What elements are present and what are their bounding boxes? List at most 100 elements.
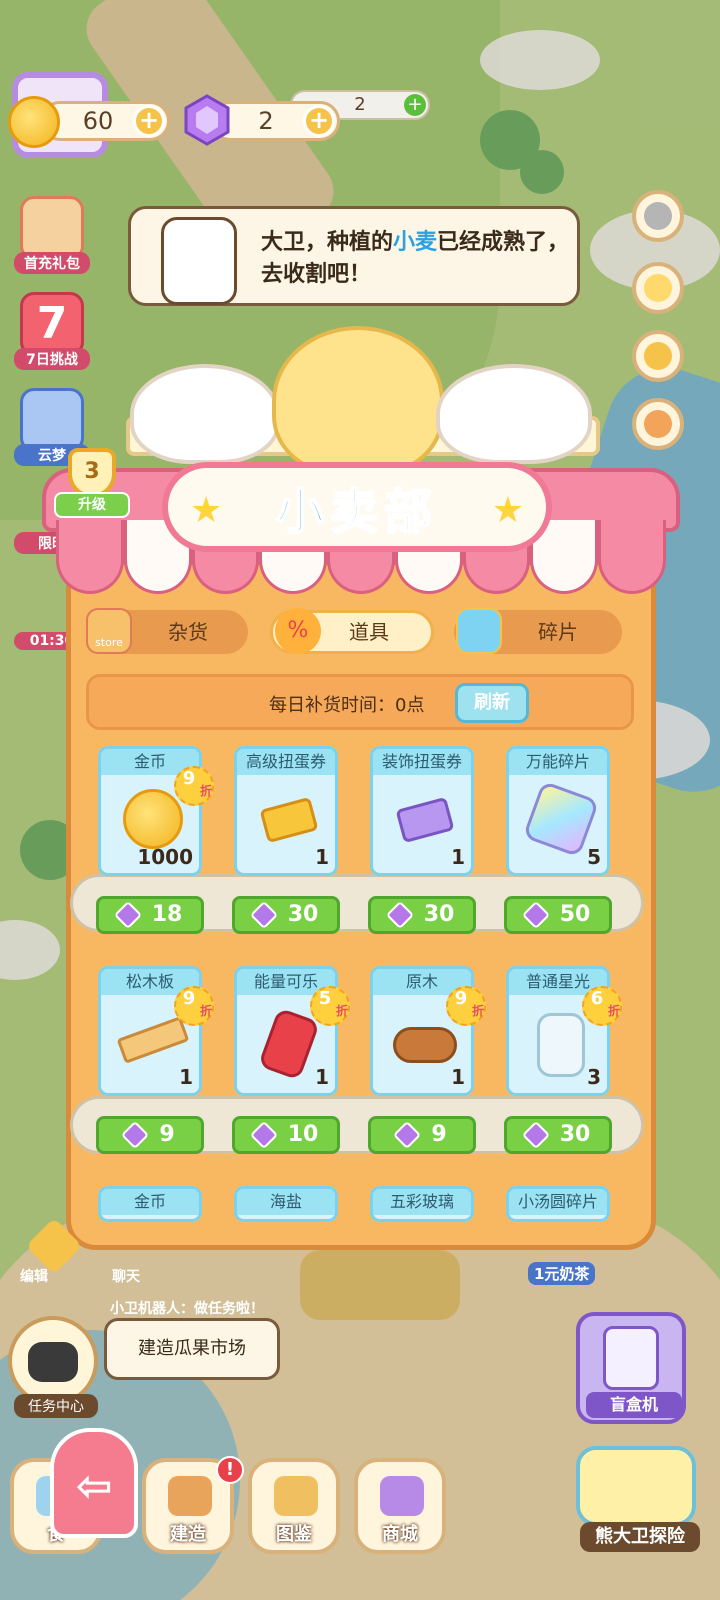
gem-icon <box>385 900 414 930</box>
refresh-button[interactable]: 刷新 <box>455 683 529 723</box>
quest-message: 大卫，种植的小麦已经成熟了，去收割吧！ <box>261 227 571 291</box>
item-card-colored-glass[interactable]: 五彩玻璃 <box>370 1186 474 1222</box>
item-card-gold-coin-2[interactable]: 金币 <box>98 1186 202 1222</box>
item-card-decor-gacha-ticket[interactable]: 装饰扭蛋券 1 <box>370 746 474 876</box>
item-card-universal-fragment[interactable]: 万能碎片 5 <box>506 746 610 876</box>
item-name: 装饰扭蛋券 <box>373 749 471 775</box>
shop-title-sign: ★ 小卖部 ★ <box>162 462 552 552</box>
item-name: 小汤圆碎片 <box>509 1189 607 1215</box>
awning-stripe <box>598 520 667 594</box>
item-quantity: 5 <box>587 845 601 869</box>
quest-highlight: 小麦 <box>393 230 438 255</box>
discount-unit: 折 <box>608 1004 621 1018</box>
price-value: 10 <box>287 1122 319 1147</box>
item-card-sea-salt[interactable]: 海盐 <box>234 1186 338 1222</box>
tab-items-label: 道具 <box>349 620 389 644</box>
chat-face-icon <box>644 274 672 302</box>
first-charge-gift-button[interactable]: 首充礼包 <box>14 196 90 274</box>
robot-speaker-text: 小卫机器人：做任务啦！ <box>110 1301 264 1317</box>
explore-button[interactable]: 熊大卫探险 <box>566 1446 716 1556</box>
price-button[interactable]: 30 <box>368 896 476 934</box>
seven-day-icon: 7 <box>20 292 84 356</box>
tab-fragments-label: 碎片 <box>538 620 578 644</box>
gem-icon <box>113 900 142 930</box>
quest-bubble[interactable]: 大卫，种植的小麦已经成熟了，去收割吧！ <box>128 206 580 306</box>
gem-icon <box>121 1120 150 1150</box>
purple-ticket-icon <box>395 796 455 844</box>
nav-collection-label: 图鉴 <box>276 1524 312 1545</box>
exit-button[interactable]: ⇦ <box>50 1428 138 1538</box>
discount-badge: 9 折 <box>446 986 486 1026</box>
item-card-premium-gacha-ticket[interactable]: 高级扭蛋券 1 <box>234 746 338 876</box>
gem-icon <box>249 900 278 930</box>
price-button[interactable]: 18 <box>96 896 204 934</box>
seven-day-challenge-label: 7日挑战 <box>14 348 90 370</box>
task-center-button[interactable] <box>8 1316 98 1406</box>
log-icon <box>393 1027 457 1063</box>
level-up-button[interactable]: 升级 <box>54 492 130 518</box>
restock-bar: 每日补货时间：0点 刷新 <box>86 674 634 730</box>
settings-icon <box>644 202 672 230</box>
bag-button[interactable] <box>632 398 684 450</box>
exit-arrow-icon: ⇦ <box>75 1461 113 1512</box>
price-button[interactable]: 9 <box>368 1116 476 1154</box>
shop-level-value: 3 <box>68 448 116 498</box>
cloud-dream-icon <box>20 388 84 452</box>
shop-level-badge[interactable]: 3 升级 <box>44 448 140 524</box>
price-button[interactable]: 30 <box>232 896 340 934</box>
price-value: 18 <box>151 902 183 927</box>
vending-machine-icon <box>603 1326 659 1390</box>
gem-icon <box>184 94 230 146</box>
gem-icon <box>249 1120 278 1150</box>
chat-button[interactable]: 聊天 <box>112 1266 140 1286</box>
tab-groceries[interactable]: store 杂货 <box>86 608 248 654</box>
gem-icon <box>393 1120 422 1150</box>
book-icon <box>274 1476 318 1516</box>
gem-value: 2 <box>258 107 274 135</box>
price-button[interactable]: 30 <box>504 1116 612 1154</box>
item-quantity: 1000 <box>137 845 193 869</box>
trophy-button[interactable] <box>632 330 684 382</box>
build-icon <box>168 1476 212 1516</box>
item-name: 海盐 <box>237 1189 335 1215</box>
secondary-plus-button[interactable]: + <box>404 94 426 116</box>
van-icon <box>576 1446 696 1526</box>
item-quantity: 1 <box>179 1065 193 1089</box>
gem-icon <box>521 900 550 930</box>
gift-icon <box>20 196 84 260</box>
price-button[interactable]: 50 <box>504 896 612 934</box>
item-quantity: 1 <box>315 1065 329 1089</box>
tab-fragments[interactable]: 碎片 <box>454 608 622 654</box>
tab-items[interactable]: % 道具 <box>270 608 434 654</box>
secondary-resource-value: 2 <box>354 94 366 115</box>
nav-collection-button[interactable]: 图鉴 <box>248 1458 340 1554</box>
white-mascot-left-icon <box>130 364 280 464</box>
discount-badge: 9 折 <box>174 766 214 806</box>
settings-button[interactable] <box>632 190 684 242</box>
seven-day-challenge-button[interactable]: 7 7日挑战 <box>14 292 90 370</box>
price-button[interactable]: 9 <box>96 1116 204 1154</box>
price-value: 9 <box>159 1122 175 1147</box>
add-coins-button[interactable]: + <box>133 105 165 137</box>
shop-tabs: store 杂货 % 道具 碎片 <box>86 608 634 656</box>
restock-time-text: 每日补货时间：0点 <box>269 695 425 716</box>
bag-icon <box>644 410 672 438</box>
cart-icon <box>380 1476 424 1516</box>
build-alert-badge: ! <box>216 1456 244 1484</box>
nav-mall-button[interactable]: 商城 <box>354 1458 446 1554</box>
percent-icon: % <box>275 608 321 654</box>
task-center-label: 任务中心 <box>14 1394 98 1418</box>
add-gems-button[interactable]: + <box>303 105 335 137</box>
coin-icon <box>8 96 60 148</box>
task-bubble[interactable]: 建造瓜果市场 <box>104 1318 280 1380</box>
nav-build-label: 建造 <box>170 1524 206 1545</box>
milk-tea-button[interactable]: 1元奶茶 <box>528 1262 596 1285</box>
chat-face-button[interactable] <box>632 262 684 314</box>
price-button[interactable]: 10 <box>232 1116 340 1154</box>
edit-button[interactable] <box>25 1217 83 1276</box>
item-quantity: 1 <box>315 845 329 869</box>
star-icon: ★ <box>190 490 223 531</box>
item-card-tangyuan-fragment[interactable]: 小汤圆碎片 <box>506 1186 610 1222</box>
item-name: 万能碎片 <box>509 749 607 775</box>
tab-groceries-label: 杂货 <box>168 620 208 644</box>
